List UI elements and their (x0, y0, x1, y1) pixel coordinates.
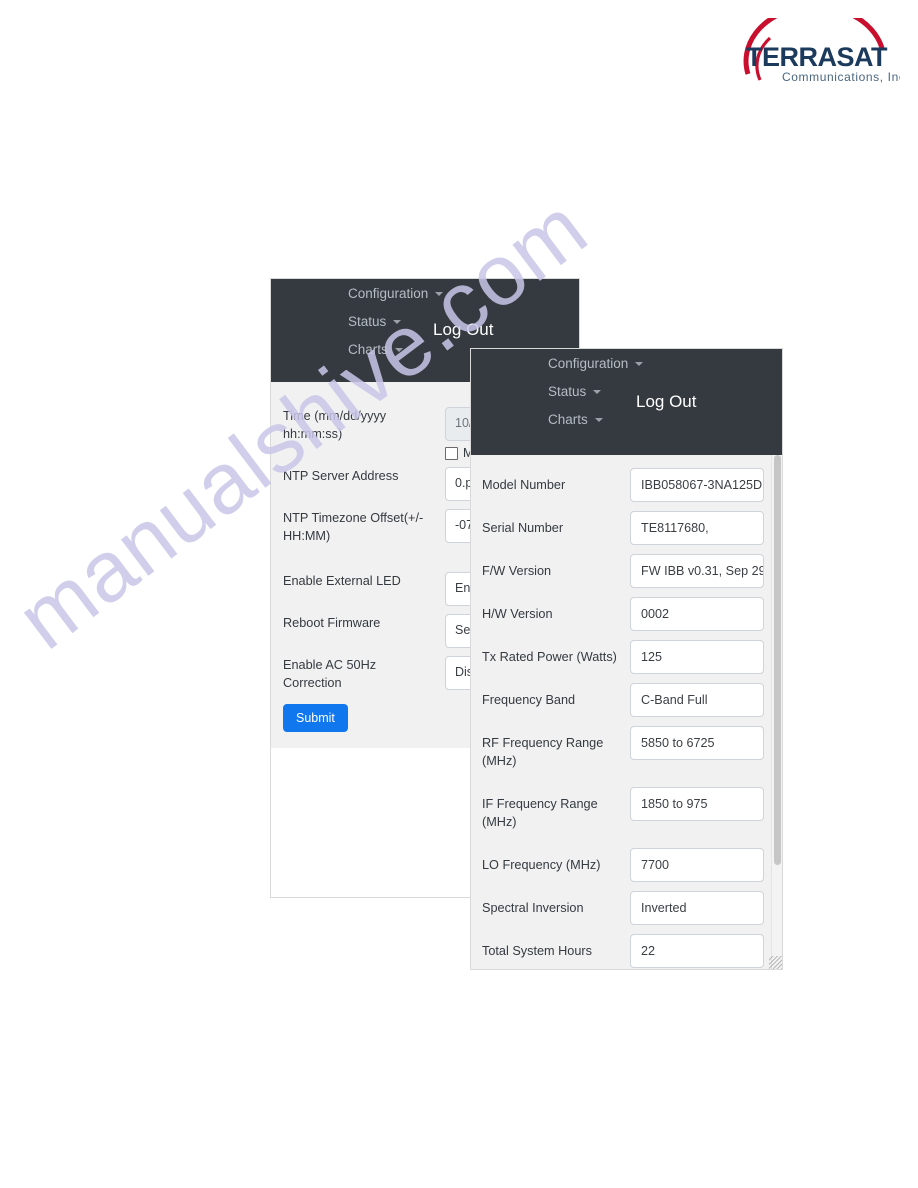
frequency-band-value[interactable]: C-Band Full (630, 683, 764, 717)
svg-text:Communications, Inc.: Communications, Inc. (782, 70, 900, 84)
info-row-total-system-hours: Total System Hours 22 (482, 934, 771, 968)
nav-item-configuration-label: Configuration (548, 356, 629, 371)
nav-item-charts-label: Charts (348, 342, 388, 357)
fw-version-label: F/W Version (482, 564, 552, 578)
if-frequency-range-value[interactable]: 1850 to 975 (630, 787, 764, 821)
info-row-frequency-band: Frequency Band C-Band Full (482, 683, 771, 717)
info-row-spectral-inversion: Spectral Inversion Inverted (482, 891, 771, 925)
spectral-inversion-label: Spectral Inversion (482, 901, 584, 915)
hw-version-label: H/W Version (482, 607, 553, 621)
nav-item-configuration[interactable]: Configuration (548, 356, 644, 372)
tx-rated-power-value[interactable]: 125 (630, 640, 764, 674)
info-row-rf-frequency-range: RF Frequency Range (MHz) 5850 to 6725 (482, 726, 771, 770)
vertical-scrollbar[interactable] (771, 455, 783, 970)
info-row-model-number: Model Number IBB058067-3NA125D (482, 468, 771, 502)
nav-item-configuration-label: Configuration (348, 286, 429, 301)
time-label: Time (mm/dd/yyyy hh:mm:ss) (283, 409, 387, 441)
chevron-down-icon (635, 362, 644, 366)
nav-item-status-label: Status (548, 384, 587, 399)
nav-item-status[interactable]: Status (548, 384, 643, 400)
resize-grip-icon[interactable] (769, 956, 782, 969)
rf-frequency-range-label: RF Frequency Range (MHz) (482, 736, 604, 768)
total-system-hours-value[interactable]: 22 (630, 934, 764, 968)
panel2-navbar: Configuration Status Charts Log Out (470, 348, 783, 455)
model-number-label: Model Number (482, 478, 566, 492)
spectral-inversion-value[interactable]: Inverted (630, 891, 764, 925)
tx-rated-power-label: Tx Rated Power (Watts) (482, 650, 617, 664)
nav-item-status[interactable]: Status (348, 314, 443, 330)
terrasat-logo: TERRASAT Communications, Inc. (730, 18, 900, 90)
lo-frequency-label: LO Frequency (MHz) (482, 858, 601, 872)
system-info-list: Model Number IBB058067-3NA125D Serial Nu… (470, 455, 783, 970)
chevron-down-icon (593, 390, 602, 394)
if-frequency-range-label: IF Frequency Range (MHz) (482, 797, 598, 829)
ac-correction-label: Enable AC 50Hz Correction (283, 658, 377, 690)
nav-item-status-label: Status (348, 314, 387, 329)
reboot-firmware-label: Reboot Firmware (283, 616, 381, 630)
info-row-fw-version: F/W Version FW IBB v0.31, Sep 29 (482, 554, 771, 588)
svg-text:TERRASAT: TERRASAT (746, 42, 888, 72)
system-info-window: Configuration Status Charts Log Out Mode… (470, 348, 783, 970)
info-row-if-frequency-range: IF Frequency Range (MHz) 1850 to 975 (482, 787, 771, 831)
rf-frequency-range-value[interactable]: 5850 to 6725 (630, 726, 764, 760)
submit-button[interactable]: Submit (283, 704, 348, 732)
nav-item-configuration[interactable]: Configuration (348, 286, 444, 302)
chevron-down-icon (594, 418, 603, 422)
logout-button[interactable]: Log Out (636, 392, 697, 412)
fw-version-value[interactable]: FW IBB v0.31, Sep 29 (630, 554, 764, 588)
chevron-down-icon (394, 348, 403, 352)
info-row-hw-version: H/W Version 0002 (482, 597, 771, 631)
external-led-label: Enable External LED (283, 574, 401, 588)
info-row-tx-rated-power: Tx Rated Power (Watts) 125 (482, 640, 771, 674)
frequency-band-label: Frequency Band (482, 693, 576, 707)
panel2-nav-links: Configuration Status Charts (548, 356, 644, 428)
vertical-scrollbar-thumb[interactable] (774, 455, 781, 865)
chevron-down-icon (435, 292, 444, 296)
ntp-server-label: NTP Server Address (283, 469, 399, 483)
info-row-serial-number: Serial Number TE8117680, (482, 511, 771, 545)
nav-item-charts[interactable]: Charts (548, 412, 643, 428)
serial-number-label: Serial Number (482, 521, 564, 535)
serial-number-value[interactable]: TE8117680, (630, 511, 764, 545)
nav-item-charts[interactable]: Charts (348, 342, 443, 358)
logout-button[interactable]: Log Out (433, 320, 494, 340)
checkbox-icon[interactable] (445, 446, 458, 460)
model-number-value[interactable]: IBB058067-3NA125D (630, 468, 764, 502)
chevron-down-icon (393, 320, 402, 324)
total-system-hours-label: Total System Hours (482, 944, 592, 958)
page-canvas: TERRASAT Communications, Inc. Configurat… (0, 0, 918, 1188)
info-row-lo-frequency: LO Frequency (MHz) 7700 (482, 848, 771, 882)
panel1-nav-links: Configuration Status Charts (348, 286, 444, 358)
nav-item-charts-label: Charts (548, 412, 588, 427)
hw-version-value[interactable]: 0002 (630, 597, 764, 631)
ntp-timezone-label: NTP Timezone Offset(+/-HH:MM) (283, 511, 424, 543)
lo-frequency-value[interactable]: 7700 (630, 848, 764, 882)
